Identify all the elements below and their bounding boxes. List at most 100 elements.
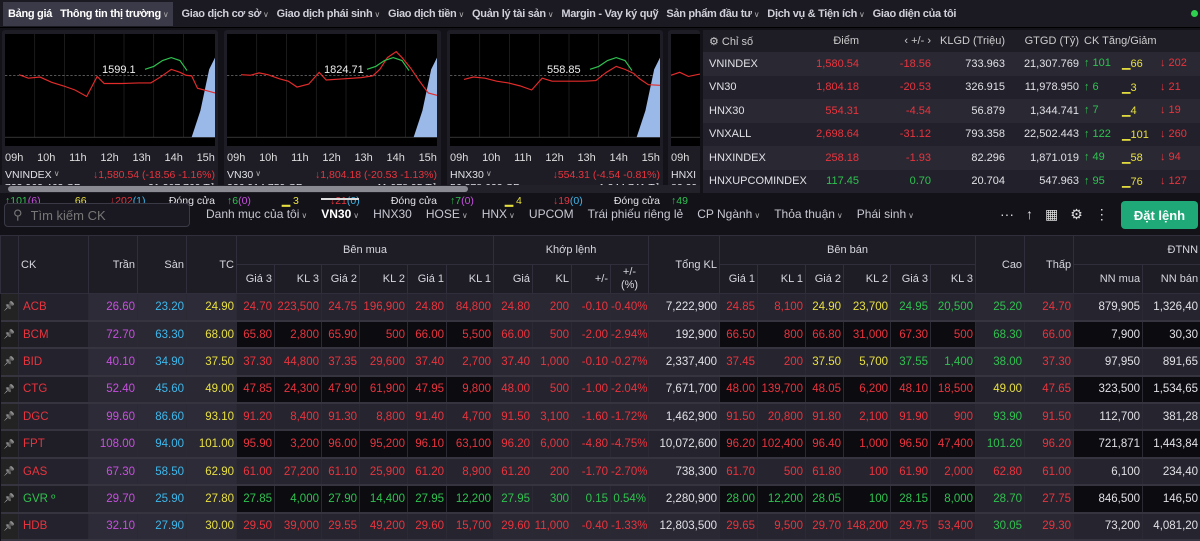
bid-volume[interactable]: 3,200 [275,430,322,457]
bid-price[interactable]: 24.75 [322,294,360,321]
ask-price[interactable]: 66.50 [720,321,758,348]
bid-volume[interactable]: 4,000 [275,485,322,512]
ask-price[interactable]: 91.80 [806,403,844,430]
ask-price[interactable]: 28.15 [891,485,931,512]
symbol[interactable]: BID [19,348,89,375]
bid-price[interactable]: 66.00 [408,321,447,348]
bid-volume[interactable]: 500 [360,321,408,348]
bid-volume[interactable]: 14,400 [360,485,408,512]
ask-price[interactable]: 48.00 [720,376,758,403]
ask-volume[interactable]: 12,200 [758,485,806,512]
tab-danh-mục-của-tôi[interactable]: Danh mục của tôi∨ [206,207,307,221]
index-name[interactable]: HNXINDEX [703,152,807,164]
nav-item[interactable]: Dịch vụ & Tiện ích∨ [767,8,864,20]
place-order-button[interactable]: Đặt lệnh [1121,201,1198,229]
bid-price[interactable]: 61.20 [408,458,447,485]
index-row[interactable]: HNXINDEX258.18-1.9382.2961,871.019↑ 49▁5… [703,146,1200,170]
pin-icon[interactable]: 📌 [1,430,19,457]
arrow-up-icon[interactable]: ↑ [1026,206,1033,223]
bid-price[interactable]: 29.50 [237,513,275,540]
bid-volume[interactable]: 15,700 [447,513,494,540]
table-row[interactable]: 📌DGC99.6086.6093.1091.208,40091.308,8009… [1,403,1200,430]
bid-price[interactable]: 47.95 [408,376,447,403]
ask-price[interactable]: 37.45 [720,348,758,375]
ask-price[interactable]: 61.70 [720,458,758,485]
ask-volume[interactable]: 31,000 [844,321,891,348]
tab-trái-phiếu-riêng-lẻ[interactable]: Trái phiếu riêng lẻ [588,207,684,221]
symbol[interactable]: ACB [19,294,89,321]
ask-price[interactable]: 61.90 [891,458,931,485]
ask-price[interactable]: 91.90 [891,403,931,430]
ask-volume[interactable]: 100 [844,458,891,485]
bid-price[interactable]: 65.90 [322,321,360,348]
ask-price[interactable]: 96.40 [806,430,844,457]
ask-volume[interactable]: 800 [758,321,806,348]
tab-vn30[interactable]: VN30∨ [321,198,359,221]
ask-volume[interactable]: 148,200 [844,513,891,540]
bid-volume[interactable]: 2,800 [275,321,322,348]
index-row[interactable]: HNXUPCOMINDEX117.450.7020.704547.963↑ 95… [703,170,1200,194]
nav-item[interactable]: Giao dịch cơ sở∨ [181,8,268,20]
nav-item[interactable]: Giao dịch phái sinh∨ [277,8,380,20]
nav-item[interactable]: Bảng giá [8,8,52,20]
ask-volume[interactable]: 2,000 [931,458,976,485]
bid-volume[interactable]: 24,300 [275,376,322,403]
nav-item[interactable]: Giao dịch tiền∨ [388,8,464,20]
ask-volume[interactable]: 100 [844,485,891,512]
index-name[interactable]: HNX30 [450,169,484,181]
bid-price[interactable]: 96.10 [408,430,447,457]
bid-volume[interactable]: 39,000 [275,513,322,540]
index-name[interactable]: VN30 [703,81,807,93]
bid-price[interactable]: 47.90 [322,376,360,403]
ask-volume[interactable]: 200 [758,348,806,375]
ask-price[interactable]: 24.85 [720,294,758,321]
charts-scrollbar[interactable] [0,185,700,193]
ask-price[interactable]: 37.50 [806,348,844,375]
bid-price[interactable]: 29.60 [408,513,447,540]
ask-price[interactable]: 48.10 [891,376,931,403]
mini-chart-vn30[interactable]: 1824.7109h10h11h12h13h14h15hVN30∨↓1,804.… [224,30,441,188]
ask-volume[interactable]: 5,700 [844,348,891,375]
symbol[interactable]: BCM [19,321,89,348]
bid-volume[interactable]: 9,800 [447,376,494,403]
table-row[interactable]: 📌GAS67.3058.5062.9061.0027,20061.1025,90… [1,458,1200,485]
ask-volume[interactable]: 102,400 [758,430,806,457]
ask-volume[interactable]: 900 [931,403,976,430]
table-row[interactable]: 📌GVR º29.7025.9027.8027.854,00027.9014,4… [1,485,1200,512]
ask-volume[interactable]: 20,800 [758,403,806,430]
tab-hose[interactable]: HOSE∨ [426,207,468,221]
ask-price[interactable]: 24.90 [806,294,844,321]
bid-price[interactable]: 24.80 [408,294,447,321]
index-name[interactable]: VNINDEX [703,58,807,70]
table-row[interactable]: 📌BCM72.7063.3068.0065.802,80065.9050066.… [1,321,1200,348]
tab-cp-ngành[interactable]: CP Ngành∨ [697,207,760,221]
ask-price[interactable]: 67.30 [891,321,931,348]
ask-volume[interactable]: 8,000 [931,485,976,512]
more-tabs-button[interactable]: ··· [1000,206,1014,223]
table-row[interactable]: 📌FPT108.0094.00101.0095.903,20096.0095,2… [1,430,1200,457]
table-row[interactable]: 📌BID40.1034.9037.5037.3044,80037.3529,60… [1,348,1200,375]
ask-volume[interactable]: 8,100 [758,294,806,321]
ask-volume[interactable]: 1,000 [844,430,891,457]
ask-price[interactable]: 24.95 [891,294,931,321]
ask-price[interactable]: 66.80 [806,321,844,348]
bid-volume[interactable]: 84,800 [447,294,494,321]
index-name[interactable]: HNXI [671,169,696,181]
ask-price[interactable]: 48.05 [806,376,844,403]
next-icon[interactable]: › [924,35,931,47]
ask-volume[interactable]: 500 [931,321,976,348]
nav-item[interactable]: Giao diện của tôi [873,8,957,20]
tab-upcom[interactable]: UPCOM [529,207,574,221]
ask-volume[interactable]: 500 [758,458,806,485]
index-col-header[interactable]: ⚙ Chỉ số [703,35,807,48]
header-ck[interactable]: CK [19,236,89,294]
bid-price[interactable]: 37.40 [408,348,447,375]
symbol[interactable]: FPT [19,430,89,457]
ask-price[interactable]: 29.65 [720,513,758,540]
symbol[interactable]: DGC [19,403,89,430]
tab-hnx[interactable]: HNX∨ [482,207,515,221]
gear-icon[interactable]: ⚙ [1070,206,1083,223]
table-row[interactable]: 📌ACB26.6023.2024.9024.70223,50024.75196,… [1,294,1200,321]
index-row[interactable]: VNINDEX1,580.54-18.56733.96321,307.769↑ … [703,52,1200,76]
bid-volume[interactable]: 2,700 [447,348,494,375]
